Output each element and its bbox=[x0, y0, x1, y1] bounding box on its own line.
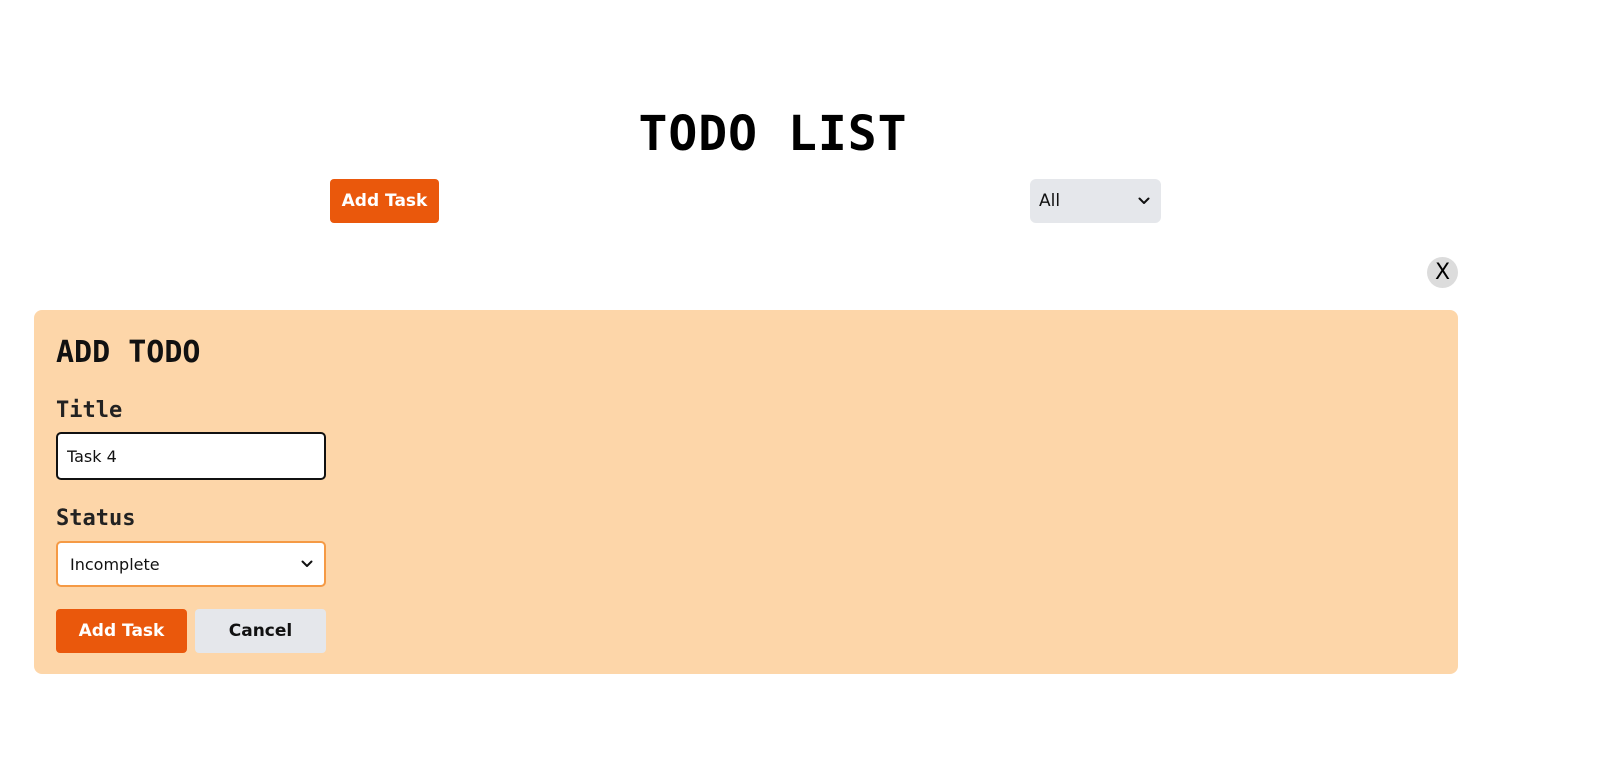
title-label: Title bbox=[56, 398, 123, 423]
add-todo-modal: ADD TODO Title Status Incomplete Add Tas… bbox=[34, 310, 1458, 674]
cancel-button[interactable]: Cancel bbox=[195, 609, 326, 653]
status-select-container[interactable]: Incomplete bbox=[56, 541, 326, 587]
close-modal-button[interactable]: X bbox=[1427, 257, 1458, 288]
status-label: Status bbox=[56, 506, 136, 531]
modal-title: ADD TODO bbox=[56, 335, 201, 370]
add-task-button[interactable]: Add Task bbox=[330, 179, 439, 223]
filter-select-container[interactable]: All bbox=[1030, 179, 1161, 223]
page-title: TODO LIST bbox=[638, 106, 908, 162]
filter-select[interactable]: All bbox=[1030, 179, 1161, 223]
status-select[interactable]: Incomplete bbox=[58, 543, 324, 585]
title-input[interactable] bbox=[56, 432, 326, 480]
submit-add-task-button[interactable]: Add Task bbox=[56, 609, 187, 653]
